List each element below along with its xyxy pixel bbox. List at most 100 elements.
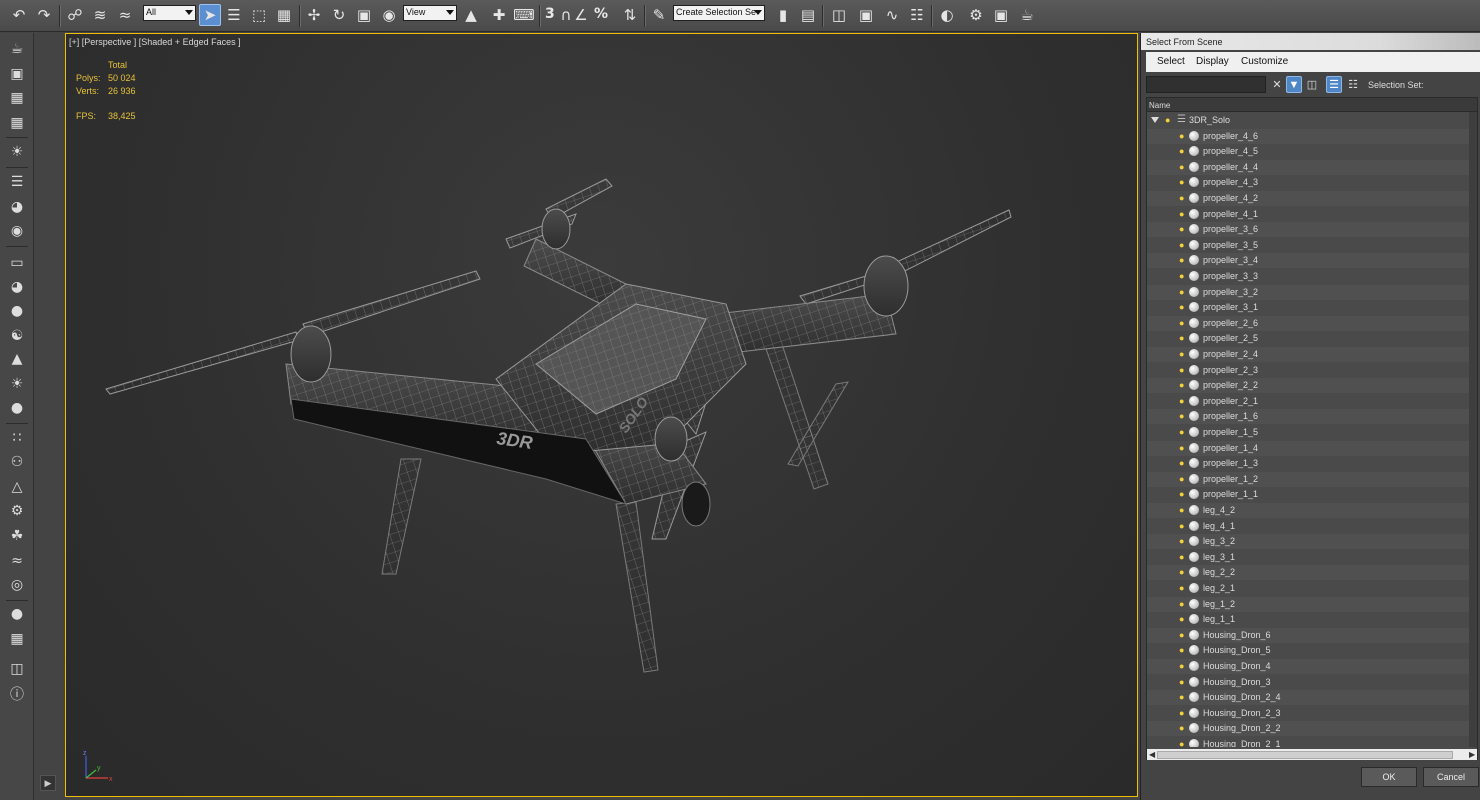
- tree-item-row[interactable]: ● propeller_1_2: [1147, 472, 1477, 487]
- tree-item-row[interactable]: ● propeller_2_6: [1147, 316, 1477, 331]
- selection-filter-dropdown[interactable]: All: [143, 5, 196, 21]
- spinner-snap-icon[interactable]: ⇅: [619, 4, 641, 26]
- layer-explorer-icon[interactable]: ◫: [828, 4, 850, 26]
- align-icon[interactable]: ▤: [797, 4, 819, 26]
- tree-item-row[interactable]: ● leg_2_2: [1147, 565, 1477, 580]
- light-bulb-icon[interactable]: ●: [1179, 349, 1187, 359]
- select-object-icon[interactable]: ➤: [199, 4, 221, 26]
- mirror-icon[interactable]: ▮: [772, 4, 794, 26]
- rotate-icon[interactable]: ↻: [328, 4, 350, 26]
- tree-item-row[interactable]: ● propeller_4_6: [1147, 129, 1477, 144]
- light-bulb-icon[interactable]: ●: [1179, 380, 1187, 390]
- display-children-icon[interactable]: ◫: [1304, 76, 1320, 93]
- scale-icon[interactable]: ▣: [353, 4, 375, 26]
- drone-model[interactable]: 3DR SOLO: [66, 34, 1137, 796]
- snap-toggle-icon[interactable]: 3: [545, 6, 555, 22]
- light-bulb-icon[interactable]: ●: [1165, 115, 1173, 125]
- tree-item-row[interactable]: ● propeller_4_1: [1147, 207, 1477, 222]
- light-bulb-icon[interactable]: ●: [1179, 209, 1187, 219]
- molecule-icon[interactable]: ⚇: [6, 452, 28, 472]
- tree-item-row[interactable]: ● leg_4_1: [1147, 519, 1477, 534]
- light-bulb-icon[interactable]: ●: [1179, 630, 1187, 640]
- plant-icon[interactable]: ☘: [6, 526, 28, 546]
- tree-item-row[interactable]: ● propeller_4_4: [1147, 160, 1477, 175]
- light-bulb-icon[interactable]: ●: [1179, 692, 1187, 702]
- gear-icon[interactable]: ⚙: [6, 501, 28, 521]
- light-bulb-icon[interactable]: ☀: [6, 142, 28, 162]
- tree-item-row[interactable]: ● leg_2_1: [1147, 581, 1477, 596]
- menu-customize[interactable]: Customize: [1241, 56, 1288, 67]
- filter-icon[interactable]: ▼: [1286, 76, 1302, 93]
- tree-item-row[interactable]: ● propeller_2_1: [1147, 394, 1477, 409]
- menu-display[interactable]: Display: [1196, 56, 1229, 67]
- cancel-button[interactable]: Cancel: [1423, 767, 1479, 787]
- light-bulb-icon[interactable]: ●: [1179, 458, 1187, 468]
- light-bulb-icon[interactable]: ●: [1179, 474, 1187, 484]
- light-bulb-icon[interactable]: ●: [1179, 177, 1187, 187]
- light-bulb-icon[interactable]: ●: [1179, 146, 1187, 156]
- export-icon[interactable]: ◫: [6, 659, 28, 679]
- tree-item-row[interactable]: ● Housing_Dron_2_1: [1147, 737, 1477, 747]
- checker-icon[interactable]: ▦: [6, 629, 28, 649]
- column-header-name[interactable]: Name: [1147, 98, 1477, 112]
- light-bulb-icon[interactable]: ●: [1179, 661, 1187, 671]
- perspective-viewport[interactable]: [+] [Perspective ] [Shaded + Edged Faces…: [65, 33, 1138, 797]
- light-bulb-icon[interactable]: ●: [1179, 224, 1187, 234]
- plane-icon[interactable]: ▭: [6, 253, 28, 273]
- image-icon[interactable]: ▣: [6, 64, 28, 84]
- move-icon[interactable]: ✢: [303, 4, 325, 26]
- tree-item-row[interactable]: ● propeller_3_3: [1147, 269, 1477, 284]
- select-by-name-icon[interactable]: ☰: [223, 4, 245, 26]
- tree-item-row[interactable]: ● Housing_Dron_4: [1147, 659, 1477, 674]
- tree-item-row[interactable]: ● propeller_1_4: [1147, 441, 1477, 456]
- light-bulb-icon[interactable]: ●: [1179, 521, 1187, 531]
- rect-region-icon[interactable]: ⬚: [248, 4, 270, 26]
- clear-search-icon[interactable]: ✕: [1269, 76, 1285, 93]
- light-bulb-icon[interactable]: ●: [1179, 708, 1187, 718]
- light-bulb-icon[interactable]: ●: [1179, 396, 1187, 406]
- light-bulb-icon[interactable]: ●: [1179, 255, 1187, 265]
- light-bulb-icon[interactable]: ●: [1179, 677, 1187, 687]
- light-bulb-icon[interactable]: ●: [1179, 443, 1187, 453]
- light-bulb-icon[interactable]: ●: [1179, 318, 1187, 328]
- light-bulb-icon[interactable]: ●: [1179, 302, 1187, 312]
- tree-item-row[interactable]: ● Housing_Dron_2_3: [1147, 706, 1477, 721]
- tree-item-row[interactable]: ● Housing_Dron_5: [1147, 643, 1477, 658]
- tree-item-row[interactable]: ● propeller_3_2: [1147, 285, 1477, 300]
- calculator-icon[interactable]: ▦: [6, 88, 28, 108]
- light-bulb-icon[interactable]: ●: [1179, 723, 1187, 733]
- light-bulb-icon[interactable]: ●: [1179, 240, 1187, 250]
- light-bulb-icon[interactable]: ●: [1179, 552, 1187, 562]
- light-bulb-icon[interactable]: ●: [1179, 427, 1187, 437]
- tree-item-row[interactable]: ● Housing_Dron_6: [1147, 628, 1477, 643]
- vertical-scrollbar[interactable]: [1469, 112, 1477, 747]
- tree-item-row[interactable]: ● propeller_1_3: [1147, 456, 1477, 471]
- light-bulb-icon[interactable]: ●: [1179, 645, 1187, 655]
- tree-item-row[interactable]: ● propeller_2_4: [1147, 347, 1477, 362]
- schematic-view-icon[interactable]: ☷: [906, 4, 928, 26]
- tree-item-row[interactable]: ● propeller_3_4: [1147, 253, 1477, 268]
- named-selection-dropdown[interactable]: Create Selection Se: [673, 5, 765, 21]
- tree-item-row[interactable]: ● leg_1_1: [1147, 612, 1477, 627]
- tree-item-row[interactable]: ● Housing_Dron_2_4: [1147, 690, 1477, 705]
- render-setup-icon[interactable]: ⚙: [965, 4, 987, 26]
- teapot-icon[interactable]: ☕: [6, 39, 28, 59]
- sliders-icon[interactable]: ☰: [6, 172, 28, 192]
- tree-item-row[interactable]: ● leg_3_1: [1147, 550, 1477, 565]
- window-crossing-icon[interactable]: ▦: [273, 4, 295, 26]
- tree-item-row[interactable]: ● propeller_2_2: [1147, 378, 1477, 393]
- tree-item-row[interactable]: ● propeller_3_5: [1147, 238, 1477, 253]
- placement-icon[interactable]: ◉: [378, 4, 400, 26]
- search-input[interactable]: [1146, 76, 1266, 93]
- edit-named-selection-icon[interactable]: ✎: [648, 4, 670, 26]
- light-bulb-icon[interactable]: ●: [1179, 193, 1187, 203]
- light-bulb-icon[interactable]: ●: [1179, 505, 1187, 515]
- tree-item-row[interactable]: ● leg_3_2: [1147, 534, 1477, 549]
- light-bulb-icon[interactable]: ●: [1179, 271, 1187, 281]
- tree-item-row[interactable]: ● propeller_2_3: [1147, 363, 1477, 378]
- sort-by-layer-icon[interactable]: ☰: [1326, 76, 1342, 93]
- unlink-icon[interactable]: ≋: [89, 4, 111, 26]
- use-pivot-icon[interactable]: ▲: [460, 4, 482, 26]
- help-icon[interactable]: ⓘ: [6, 684, 28, 704]
- tree-item-row[interactable]: ● propeller_4_3: [1147, 175, 1477, 190]
